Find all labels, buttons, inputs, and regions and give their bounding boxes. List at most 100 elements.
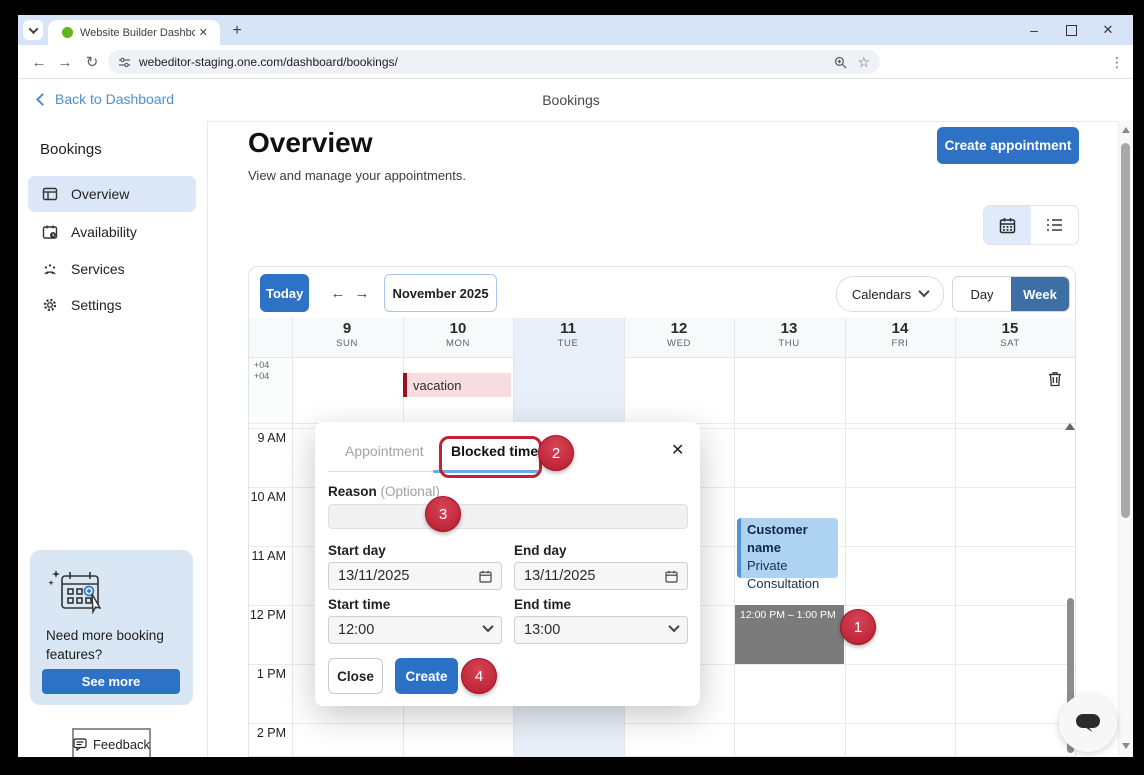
day-header-sun[interactable]: 9SUN (292, 320, 402, 349)
page-scroll-down-arrow[interactable] (1122, 743, 1130, 749)
hour-label: 12 PM (248, 608, 286, 622)
overview-icon (41, 186, 58, 203)
event-service-line1: Private (747, 558, 787, 573)
calendar-scroll-up-arrow[interactable] (1065, 423, 1075, 430)
sidebar: Bookings Overview Availability Services … (18, 121, 208, 757)
next-week-arrow[interactable]: → (350, 281, 374, 305)
url-text: webeditor-staging.one.com/dashboard/book… (139, 55, 824, 69)
day-view-button[interactable]: Day (953, 277, 1011, 311)
hour-label: 10 AM (248, 490, 286, 504)
calendars-label: Calendars (852, 287, 911, 302)
tab-close-icon[interactable]: ✕ (195, 24, 212, 41)
day-header-fri[interactable]: 14FRI (845, 320, 955, 349)
modal-close-icon[interactable]: ✕ (671, 440, 684, 460)
create-appointment-button[interactable]: Create appointment (937, 127, 1079, 164)
annotation-badge-2: 2 (538, 435, 574, 471)
reload-button[interactable]: ↻ (79, 49, 105, 75)
trash-icon[interactable] (1048, 371, 1062, 387)
hour-label: 2 PM (248, 726, 286, 740)
app-header: Back to Dashboard Bookings (18, 79, 1133, 122)
sidebar-item-services[interactable]: Services (28, 251, 196, 287)
hour-label: 9 AM (248, 431, 286, 445)
sidebar-item-label: Services (71, 261, 125, 277)
event-blocked-time[interactable]: 12:00 PM – 1:00 PM (735, 605, 844, 664)
calendar-view-button[interactable] (984, 206, 1031, 244)
calendar-icon (999, 217, 1016, 234)
browser-menu-icon[interactable]: ⋮ (1106, 49, 1128, 75)
day-header-tue[interactable]: 11TUE (513, 320, 623, 349)
list-view-button[interactable] (1031, 206, 1078, 244)
sidebar-item-overview[interactable]: Overview (28, 176, 196, 212)
today-button[interactable]: Today (260, 274, 309, 312)
modal-create-button[interactable]: Create (395, 658, 458, 694)
start-time-select[interactable]: 12:00 (328, 616, 502, 644)
calendars-dropdown[interactable]: Calendars (836, 276, 944, 312)
event-vacation[interactable]: vacation (403, 373, 511, 397)
zoom-icon[interactable] (834, 56, 847, 69)
event-customer-appointment[interactable]: Customer name Private Consultation (737, 518, 838, 578)
grid-line (734, 318, 735, 756)
day-header-sat[interactable]: 15SAT (955, 320, 1065, 349)
event-customer-name: Customer name (747, 522, 808, 555)
calendar-icon (479, 570, 492, 583)
view-toggle (983, 205, 1079, 245)
promo-text: Need more booking features? (46, 626, 176, 664)
page-subtitle: View and manage your appointments. (248, 168, 466, 183)
browser-tabstrip: Website Builder Dashboard ✕ + – ✕ (18, 15, 1133, 45)
day-header-mon[interactable]: 10MON (403, 320, 513, 349)
start-day-field[interactable]: 13/11/2025 (328, 562, 502, 590)
forward-button[interactable]: → (52, 49, 78, 75)
prev-week-arrow[interactable]: ← (326, 281, 350, 305)
modal-close-button[interactable]: Close (328, 658, 383, 694)
feedback-bubble-icon (73, 738, 87, 751)
start-day-value: 13/11/2025 (338, 568, 410, 584)
calendar-icon (665, 570, 678, 583)
tab-title: Website Builder Dashboard (80, 27, 195, 39)
start-time-value: 12:00 (338, 622, 374, 638)
feedback-button[interactable]: Feedback (72, 728, 151, 757)
week-view-button[interactable]: Week (1011, 277, 1069, 311)
optional-label: (Optional) (381, 484, 440, 499)
see-more-button[interactable]: See more (42, 669, 180, 694)
annotation-highlight-box (439, 436, 542, 478)
sidebar-item-availability[interactable]: Availability (28, 214, 196, 250)
new-tab-button[interactable]: + (226, 20, 248, 42)
grid-line (845, 318, 846, 756)
chevron-down-icon (918, 285, 929, 296)
reason-input[interactable] (328, 504, 688, 529)
site-settings-icon[interactable] (118, 56, 131, 69)
tab-appointment[interactable]: Appointment (345, 443, 424, 459)
annotation-badge-1: 1 (840, 609, 876, 645)
browser-tab[interactable]: Website Builder Dashboard ✕ (48, 20, 220, 45)
end-time-select[interactable]: 13:00 (514, 616, 688, 644)
end-day-field[interactable]: 13/11/2025 (514, 562, 688, 590)
annotation-badge-4: 4 (461, 658, 497, 694)
end-time-value: 13:00 (524, 622, 560, 638)
back-button[interactable]: ← (26, 49, 52, 75)
chevron-down-icon (28, 24, 38, 34)
sidebar-item-label: Availability (71, 224, 137, 240)
page-header-title: Bookings (18, 92, 1124, 108)
page-scrollbar-thumb[interactable] (1121, 143, 1130, 518)
sidebar-item-settings[interactable]: Settings (28, 287, 196, 323)
day-header-wed[interactable]: 12WED (624, 320, 734, 349)
grid-line (955, 318, 956, 756)
url-bar[interactable]: webeditor-staging.one.com/dashboard/book… (108, 50, 880, 74)
feedback-label: Feedback (93, 737, 150, 752)
day-week-toggle: Day Week (952, 276, 1070, 312)
day-header-thu[interactable]: 13THU (734, 320, 844, 349)
bookmark-star-icon[interactable]: ☆ (857, 54, 870, 71)
window-minimize-button[interactable]: – (1017, 15, 1051, 45)
window-close-button[interactable]: ✕ (1091, 15, 1125, 45)
tab-search-button[interactable] (23, 20, 43, 40)
sidebar-item-label: Settings (71, 297, 122, 313)
window-maximize-button[interactable] (1054, 15, 1088, 45)
month-picker-button[interactable]: November 2025 (384, 274, 497, 312)
annotation-badge-3: 3 (425, 496, 461, 532)
list-icon (1046, 218, 1063, 232)
chevron-down-icon (482, 621, 493, 632)
chat-widget-button[interactable] (1059, 694, 1117, 752)
page-scroll-up-arrow[interactable] (1122, 127, 1130, 133)
end-day-value: 13/11/2025 (524, 568, 596, 584)
calendar-clock-icon (41, 224, 58, 241)
